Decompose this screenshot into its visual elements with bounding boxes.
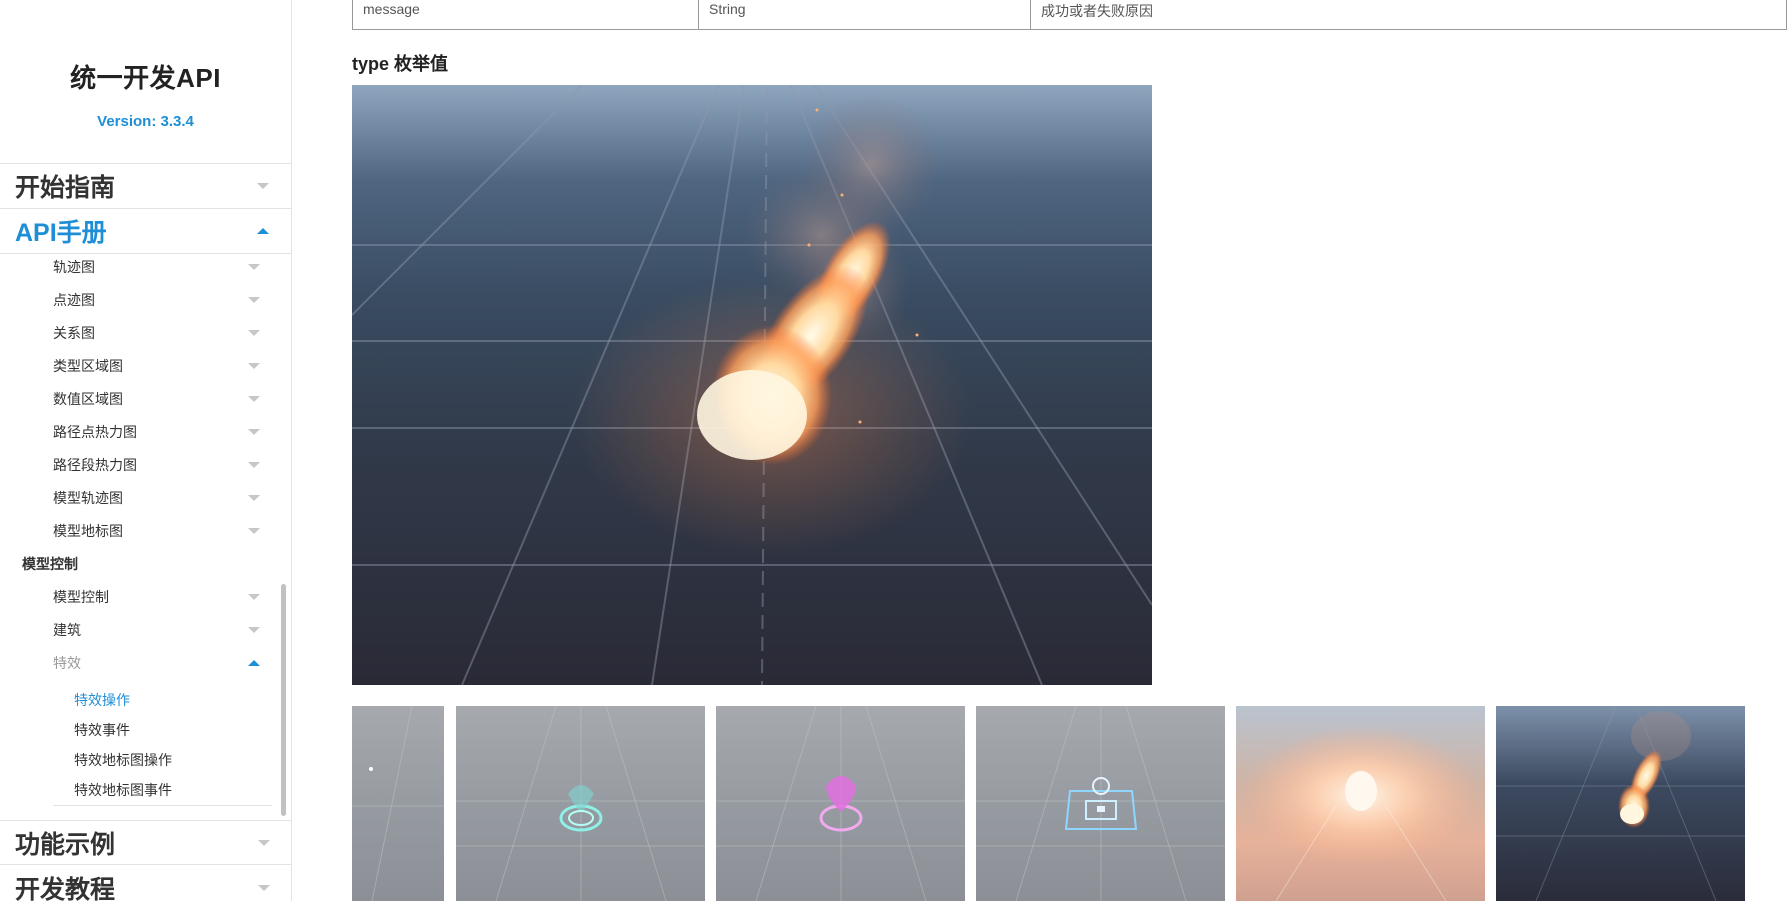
sidebar-item-model-landmark[interactable]: 模型地标图 — [0, 514, 291, 547]
effect-thumbnail-3[interactable] — [716, 706, 965, 901]
sidebar-item-label: 轨迹图 — [53, 258, 95, 275]
fire-scene-graphic — [352, 85, 1152, 685]
effect-thumbnail-6[interactable] — [1496, 706, 1745, 901]
sidebar-item-path-point-heatmap[interactable]: 路径点热力图 — [0, 415, 291, 448]
sidebar-item-label: 点迹图 — [53, 291, 95, 308]
sidebar-item-building[interactable]: 建筑 — [0, 613, 291, 646]
chevron-down-icon — [248, 494, 260, 501]
chevron-down-icon — [248, 362, 260, 369]
chevron-down-icon — [248, 461, 260, 468]
sidebar-item-label: 模型控制 — [53, 588, 109, 605]
nav-api-manual[interactable]: API手册 — [0, 209, 291, 254]
table-cell-description: 成功或者失败原因 — [1041, 3, 1153, 19]
nav-tutorials-label: 开发教程 — [15, 875, 116, 901]
chevron-down-icon — [248, 428, 260, 435]
effect-thumbnail-1[interactable] — [352, 706, 444, 901]
sidebar-item-label: 路径段热力图 — [53, 456, 137, 473]
sidebar-item-point-trace[interactable]: 点迹图 — [0, 283, 291, 316]
sidebar-scrollbar[interactable] — [281, 584, 286, 816]
sidebar-item-value-region[interactable]: 数值区域图 — [0, 382, 291, 415]
thumbnail-graphic — [1241, 726, 1481, 901]
chevron-down-icon — [248, 626, 260, 633]
sidebar-item-label: 路径点热力图 — [53, 423, 137, 440]
chevron-down-icon — [258, 839, 270, 846]
sidebar-item-model-control[interactable]: 模型控制 — [0, 580, 291, 613]
brand-block: 统一开发API Version: 3.3.4 — [0, 0, 291, 164]
section-model-control: 模型控制 — [22, 555, 78, 572]
thumbnail-graphic — [1496, 706, 1745, 901]
sidebar-leaf-effect-operations[interactable]: 特效操作 — [0, 685, 291, 715]
chevron-down-icon — [248, 527, 260, 534]
nav-getting-started[interactable]: 开始指南 — [0, 164, 291, 209]
nav-examples[interactable]: 功能示例 — [0, 820, 291, 865]
sidebar-leaf-effect-landmark-operations[interactable]: 特效地标图操作 — [0, 745, 291, 775]
chevron-up-icon — [257, 228, 269, 234]
effect-thumbnail-5[interactable] — [1236, 706, 1485, 901]
sidebar-item-label: 模型地标图 — [53, 522, 123, 539]
divider — [53, 805, 272, 806]
sidebar-item-label: 模型轨迹图 — [53, 489, 123, 506]
chevron-down-icon — [257, 183, 269, 189]
main-content: message String 成功或者失败原因 type 枚举值 — [292, 0, 1787, 901]
table-cell-field: message — [353, 0, 699, 29]
sidebar-item-label: 特效 — [53, 654, 81, 671]
thumbnail-graphic — [716, 706, 965, 901]
chevron-down-icon — [248, 263, 260, 270]
brand-title: 统一开发API — [70, 63, 221, 93]
sidebar-item-trajectory[interactable]: 轨迹图 — [0, 254, 291, 283]
thumbnail-graphic — [976, 706, 1225, 901]
section-title: type 枚举值 — [352, 54, 449, 74]
sidebar-item-label: 数值区域图 — [53, 390, 123, 407]
sidebar-item-label: 关系图 — [53, 324, 95, 341]
sidebar-item-path-segment-heatmap[interactable]: 路径段热力图 — [0, 448, 291, 481]
table-row: message String 成功或者失败原因 — [352, 0, 1787, 30]
api-manual-submenu[interactable]: 轨迹图 点迹图 关系图 类型区域图 数值区域图 路径点热力图 路径段热力图 模型… — [0, 254, 291, 808]
nav-tutorials[interactable]: 开发教程 — [0, 865, 291, 901]
sidebar-item-type-region[interactable]: 类型区域图 — [0, 349, 291, 382]
chevron-down-icon — [248, 296, 260, 303]
nav-examples-label: 功能示例 — [15, 830, 116, 859]
fire-effect-preview-image — [352, 85, 1152, 685]
sidebar: 统一开发API Version: 3.3.4 开始指南 API手册 轨迹图 点迹… — [0, 0, 292, 901]
chevron-down-icon — [248, 593, 260, 600]
chevron-up-icon — [248, 659, 260, 666]
sidebar-item-effects[interactable]: 特效 — [0, 646, 291, 679]
thumbnail-graphic — [456, 706, 705, 901]
table-cell-type: String — [699, 0, 1031, 29]
effect-thumbnail-4[interactable] — [976, 706, 1225, 901]
sidebar-item-model-trajectory[interactable]: 模型轨迹图 — [0, 481, 291, 514]
thumbnail-graphic — [352, 706, 444, 901]
chevron-down-icon — [248, 329, 260, 336]
chevron-down-icon — [248, 395, 260, 402]
version-label: Version: 3.3.4 — [97, 113, 194, 130]
sidebar-item-relation[interactable]: 关系图 — [0, 316, 291, 349]
nav-api-manual-label: API手册 — [15, 219, 107, 247]
sidebar-item-label: 类型区域图 — [53, 357, 123, 374]
chevron-down-icon — [258, 884, 270, 891]
effect-thumbnail-2[interactable] — [456, 706, 705, 901]
nav-getting-started-label: 开始指南 — [15, 174, 116, 202]
sidebar-item-label: 建筑 — [53, 621, 81, 638]
sidebar-leaf-effect-events[interactable]: 特效事件 — [0, 715, 291, 745]
sidebar-leaf-effect-landmark-events[interactable]: 特效地标图事件 — [0, 775, 291, 805]
